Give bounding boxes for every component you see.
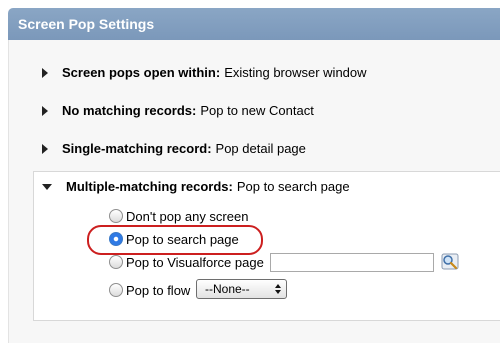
setting-no-matching-records[interactable]: No matching records: Pop to new Contact — [42, 102, 314, 120]
setting-label: No matching records: — [62, 103, 197, 118]
expand-arrow-icon[interactable] — [42, 106, 48, 116]
radio-button[interactable] — [109, 283, 123, 297]
option-pop-to-flow[interactable]: Pop to flow — [109, 281, 190, 299]
radio-button-selected[interactable] — [109, 232, 123, 246]
flow-select-value: --None-- — [205, 282, 250, 296]
option-pop-to-visualforce[interactable]: Pop to Visualforce page — [109, 253, 264, 271]
visualforce-page-input[interactable] — [270, 253, 434, 272]
expand-arrow-icon[interactable] — [42, 68, 48, 78]
setting-multiple-matching-records[interactable]: Multiple-matching records: Pop to search… — [42, 178, 350, 196]
option-label: Pop to flow — [126, 282, 191, 298]
setting-label: Multiple-matching records: — [66, 179, 233, 194]
radio-button[interactable] — [109, 209, 123, 223]
setting-single-matching-record[interactable]: Single-matching record: Pop detail page — [42, 140, 306, 158]
option-label: Pop to Visualforce page — [126, 254, 264, 270]
setting-value: Pop to new Contact — [200, 103, 314, 118]
setting-screen-pops-open-within[interactable]: Screen pops open within: Existing browse… — [42, 64, 367, 82]
setting-value: Pop to search page — [236, 179, 350, 194]
panel-header: Screen Pop Settings — [8, 8, 500, 40]
lookup-icon[interactable] — [441, 253, 459, 270]
setting-label: Screen pops open within: — [62, 65, 221, 80]
option-pop-to-search-page[interactable]: Pop to search page — [109, 230, 239, 248]
option-label: Don't pop any screen — [126, 208, 249, 224]
option-dont-pop[interactable]: Don't pop any screen — [109, 207, 248, 225]
panel-title: Screen Pop Settings — [18, 16, 155, 32]
flow-select[interactable]: --None-- — [196, 279, 287, 299]
expand-arrow-icon[interactable] — [42, 144, 48, 154]
option-label: Pop to search page — [126, 231, 239, 247]
setting-value: Pop detail page — [215, 141, 306, 156]
collapse-arrow-icon[interactable] — [42, 184, 52, 190]
select-arrows-icon — [275, 284, 281, 294]
setting-value: Existing browser window — [224, 65, 367, 80]
radio-button[interactable] — [109, 255, 123, 269]
setting-label: Single-matching record: — [62, 141, 212, 156]
